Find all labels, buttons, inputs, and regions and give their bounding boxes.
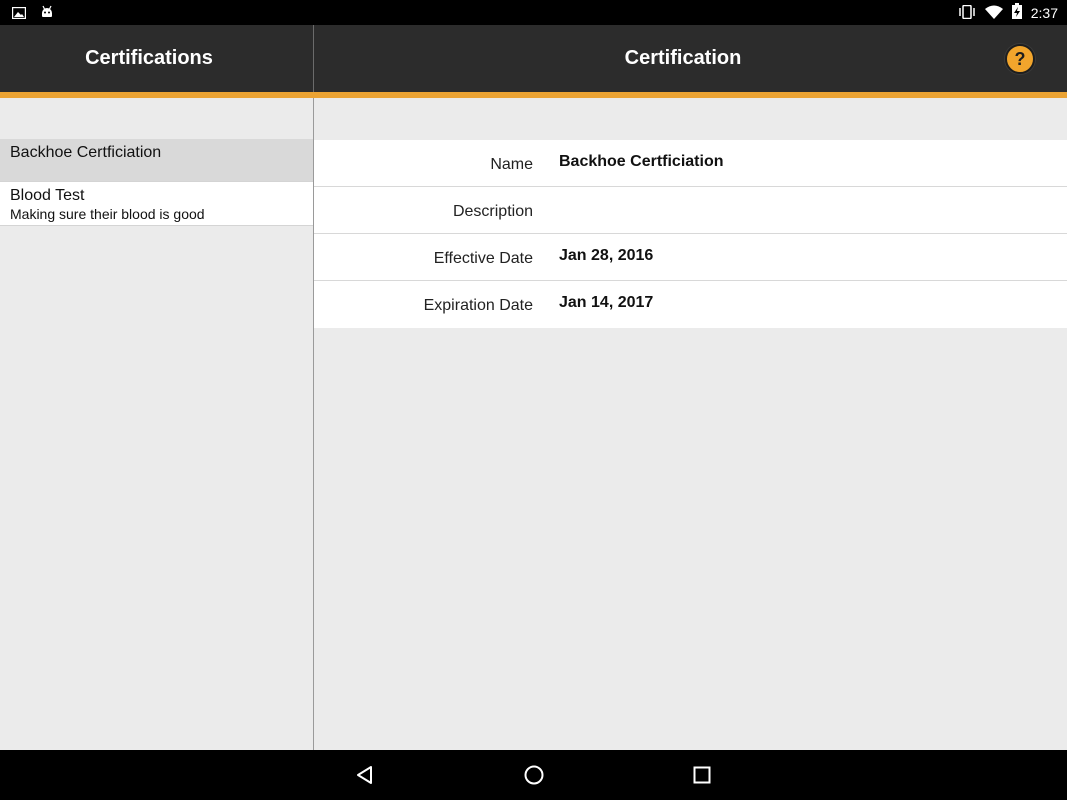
wifi-icon: [984, 4, 1003, 23]
certification-detail-form: Name Backhoe Certficiation Description E…: [314, 140, 1067, 328]
list-item-title: Blood Test: [10, 187, 85, 204]
home-icon[interactable]: [522, 763, 546, 787]
field-row-expiration-date: Expiration Date Jan 14, 2017: [314, 281, 1067, 328]
certifications-list: Backhoe Certficiation Blood Test Making …: [0, 139, 313, 226]
list-item-subtitle: Making sure their blood is good: [10, 206, 205, 222]
field-label: Effective Date: [433, 250, 533, 267]
image-icon: [11, 4, 27, 23]
recents-icon[interactable]: [690, 763, 714, 787]
detail-pane-title: Certification: [624, 47, 742, 69]
field-value: Backhoe Certficiation: [559, 153, 724, 170]
action-bar: Certifications Certification ?: [0, 25, 1067, 92]
list-pane-title: Certifications: [85, 47, 213, 69]
status-time: 2:37: [1030, 5, 1058, 21]
field-row-name: Name Backhoe Certficiation: [314, 140, 1067, 187]
vibrate-icon: [958, 4, 976, 23]
back-icon[interactable]: [353, 763, 377, 787]
field-label: Name: [490, 156, 533, 173]
field-row-effective-date: Effective Date Jan 28, 2016: [314, 234, 1067, 281]
field-row-description: Description: [314, 187, 1067, 234]
field-label: Expiration Date: [423, 297, 533, 314]
field-label: Description: [452, 203, 533, 220]
certification-detail-pane: Name Backhoe Certficiation Description E…: [314, 98, 1067, 750]
status-bar: 2:37: [0, 0, 1067, 25]
list-item-title: Backhoe Certficiation: [10, 144, 162, 161]
field-value: Jan 28, 2016: [559, 247, 654, 264]
battery-charging-icon: [1011, 3, 1022, 23]
field-value: Jan 14, 2017: [559, 294, 654, 311]
system-nav-bar: [0, 750, 1067, 800]
list-item-backhoe[interactable]: Backhoe Certficiation: [0, 139, 313, 182]
list-item-blood-test[interactable]: Blood Test Making sure their blood is go…: [0, 182, 313, 226]
help-button[interactable]: ?: [1005, 44, 1035, 74]
certifications-list-pane: Backhoe Certficiation Blood Test Making …: [0, 98, 313, 750]
android-icon: [40, 4, 54, 23]
